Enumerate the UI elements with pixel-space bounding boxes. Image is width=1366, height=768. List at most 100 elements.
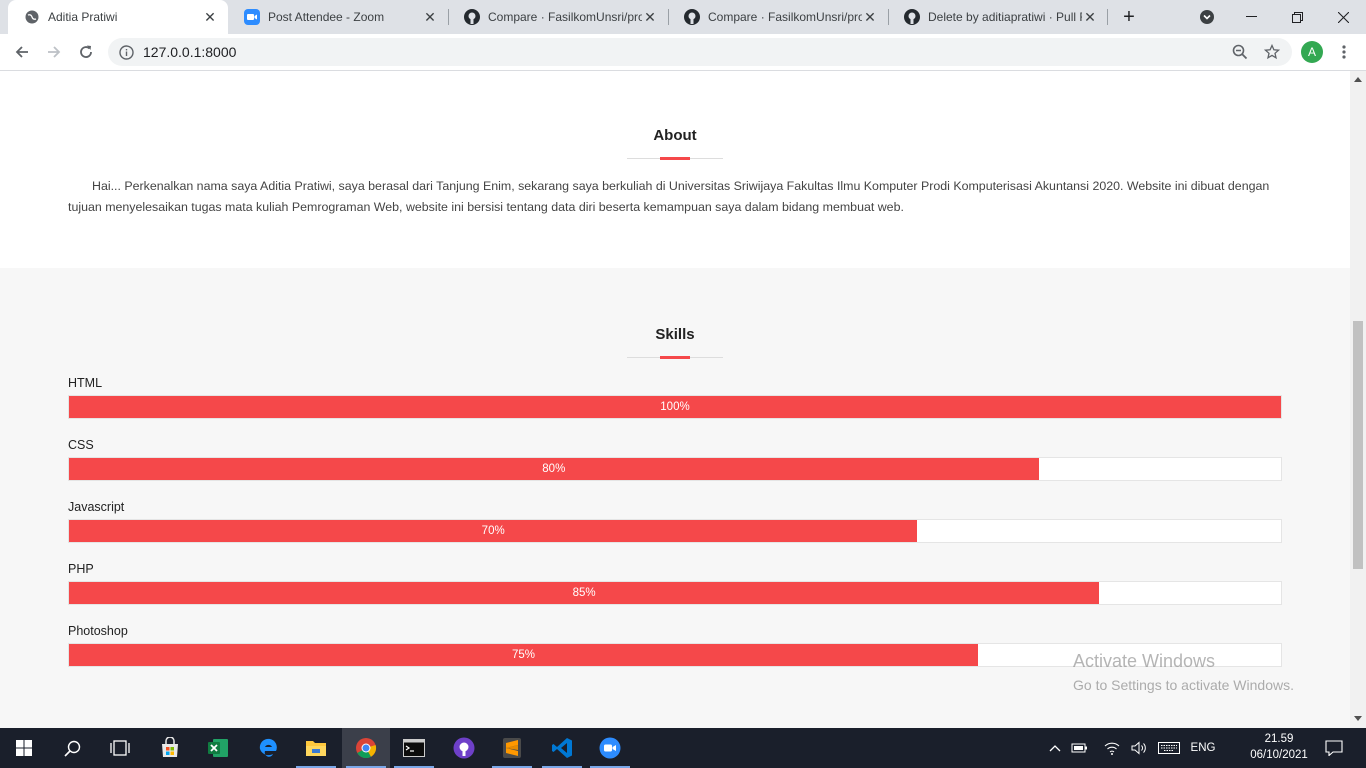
- chevron-up-icon: [1049, 745, 1061, 752]
- skill-label-css: CSS: [68, 438, 94, 452]
- windows-logo-icon: [16, 740, 32, 756]
- vscode-app[interactable]: [538, 728, 586, 768]
- skill-label-photoshop: Photoshop: [68, 624, 128, 638]
- sublime-text-icon: [503, 738, 521, 758]
- url-text: 127.0.0.1:8000: [143, 44, 237, 60]
- github-desktop-icon: [453, 737, 475, 759]
- edge-icon: [259, 738, 277, 757]
- close-tab-icon[interactable]: ✕: [642, 9, 658, 25]
- start-button[interactable]: [0, 728, 48, 768]
- profile-avatar[interactable]: A: [1301, 41, 1323, 63]
- tab-delete-pull[interactable]: Delete by aditiapratiwi · Pull R ✕: [888, 0, 1108, 34]
- bookmark-button[interactable]: [1258, 38, 1286, 66]
- terminal-icon: [403, 739, 425, 757]
- file-explorer-app[interactable]: [292, 728, 340, 768]
- close-tab-icon[interactable]: ✕: [422, 9, 438, 25]
- scroll-down-icon: [1354, 716, 1362, 721]
- tab-compare-2[interactable]: Compare · FasilkomUnsri/proj ✕: [668, 0, 888, 34]
- new-tab-button[interactable]: +: [1106, 0, 1152, 34]
- system-tray: ENG: [1046, 728, 1218, 768]
- close-tab-icon[interactable]: ✕: [862, 9, 878, 25]
- progress-bar-html: 100%: [68, 395, 1282, 419]
- edge-app[interactable]: [244, 728, 292, 768]
- progress-bar-php: 85%: [68, 581, 1282, 605]
- tab-title: Compare · FasilkomUnsri/proj: [708, 10, 862, 24]
- show-hidden-icons[interactable]: [1046, 744, 1064, 752]
- kebab-menu-icon: [1342, 45, 1346, 59]
- star-icon: [1264, 44, 1280, 60]
- address-bar[interactable]: 127.0.0.1:8000: [108, 38, 1292, 66]
- excel-app[interactable]: [194, 728, 242, 768]
- minimize-button[interactable]: [1228, 0, 1274, 34]
- tab-search-button[interactable]: [1184, 0, 1230, 34]
- activate-windows-title: Activate Windows: [1073, 651, 1216, 671]
- notification-button[interactable]: [1318, 728, 1350, 768]
- notification-icon: [1325, 740, 1343, 756]
- chrome-icon: [356, 738, 377, 759]
- search-button[interactable]: [48, 728, 96, 768]
- tab-aditia-pratiwi[interactable]: Aditia Pratiwi ✕: [8, 0, 228, 34]
- scroll-thumb[interactable]: [1353, 321, 1363, 569]
- vscode-icon: [552, 738, 572, 758]
- store-app[interactable]: [146, 728, 194, 768]
- language-indicator[interactable]: ENG: [1188, 742, 1218, 754]
- scroll-up-icon: [1354, 77, 1362, 82]
- store-icon: [162, 737, 178, 757]
- zoom-app[interactable]: [586, 728, 634, 768]
- tab-zoom[interactable]: Post Attendee - Zoom ✕: [228, 0, 448, 34]
- zoom-out-icon: [1232, 44, 1248, 60]
- info-icon[interactable]: [118, 44, 134, 60]
- reload-button[interactable]: [72, 38, 100, 66]
- folder-icon: [306, 741, 326, 756]
- tab-title: Aditia Pratiwi: [48, 10, 118, 24]
- battery-icon[interactable]: [1064, 742, 1096, 754]
- excel-icon: [208, 739, 228, 757]
- close-tab-icon[interactable]: ✕: [1082, 9, 1098, 25]
- menu-button[interactable]: [1330, 38, 1358, 66]
- zoom-app-icon: [599, 737, 621, 759]
- title-underline: [627, 356, 723, 359]
- progress-bar-javascript: 70%: [68, 519, 1282, 543]
- tab-title: Compare · FasilkomUnsri/proj: [488, 10, 642, 24]
- progress-fill: 85%: [69, 582, 1100, 604]
- chrome-app[interactable]: [342, 728, 390, 768]
- close-window-button[interactable]: [1320, 0, 1366, 34]
- arrow-left-icon: [15, 46, 28, 58]
- chevron-down-icon: [1200, 10, 1214, 24]
- tab-compare-1[interactable]: Compare · FasilkomUnsri/proj ✕: [448, 0, 668, 34]
- terminal-app[interactable]: [390, 728, 438, 768]
- github-icon: [904, 9, 920, 25]
- activate-windows-subtitle: Go to Settings to activate Windows.: [1073, 677, 1294, 693]
- globe-icon: [24, 9, 40, 25]
- wifi-icon[interactable]: [1096, 741, 1128, 755]
- about-title: About: [653, 127, 697, 144]
- close-tab-icon[interactable]: ✕: [202, 9, 218, 25]
- page-scrollbar[interactable]: [1350, 71, 1366, 728]
- forward-button[interactable]: [40, 38, 68, 66]
- restore-button[interactable]: [1274, 0, 1320, 34]
- clock-date: 06/10/2021: [1250, 749, 1308, 761]
- skill-label-html: HTML: [68, 376, 103, 390]
- sublime-text-app[interactable]: [488, 728, 536, 768]
- about-text: Hai... Perkenalkan nama saya Aditia Prat…: [68, 179, 1270, 214]
- volume-icon[interactable]: [1128, 741, 1150, 755]
- progress-fill: 70%: [69, 520, 918, 542]
- reload-icon: [80, 45, 92, 58]
- github-desktop-app[interactable]: [440, 728, 488, 768]
- skill-label-php: PHP: [68, 562, 94, 576]
- progress-fill: 100%: [69, 396, 1281, 418]
- skill-label-javascript: Javascript: [68, 500, 125, 514]
- keyboard-icon[interactable]: [1150, 742, 1188, 754]
- back-button[interactable]: [8, 38, 36, 66]
- task-view-button[interactable]: [96, 728, 144, 768]
- about-section: About Hai... Perkenalkan nama saya Aditi…: [0, 71, 1350, 268]
- progress-bar-css: 80%: [68, 457, 1282, 481]
- zoom-icon: [244, 9, 260, 25]
- arrow-right-icon: [48, 46, 61, 58]
- progress-fill: 75%: [69, 644, 978, 666]
- clock-time: 21.59: [1264, 733, 1294, 745]
- tab-title: Delete by aditiapratiwi · Pull R: [928, 10, 1082, 24]
- zoom-button[interactable]: [1226, 38, 1254, 66]
- search-icon: [63, 740, 80, 757]
- taskbar-clock[interactable]: 21.59 06/10/2021: [1240, 731, 1318, 763]
